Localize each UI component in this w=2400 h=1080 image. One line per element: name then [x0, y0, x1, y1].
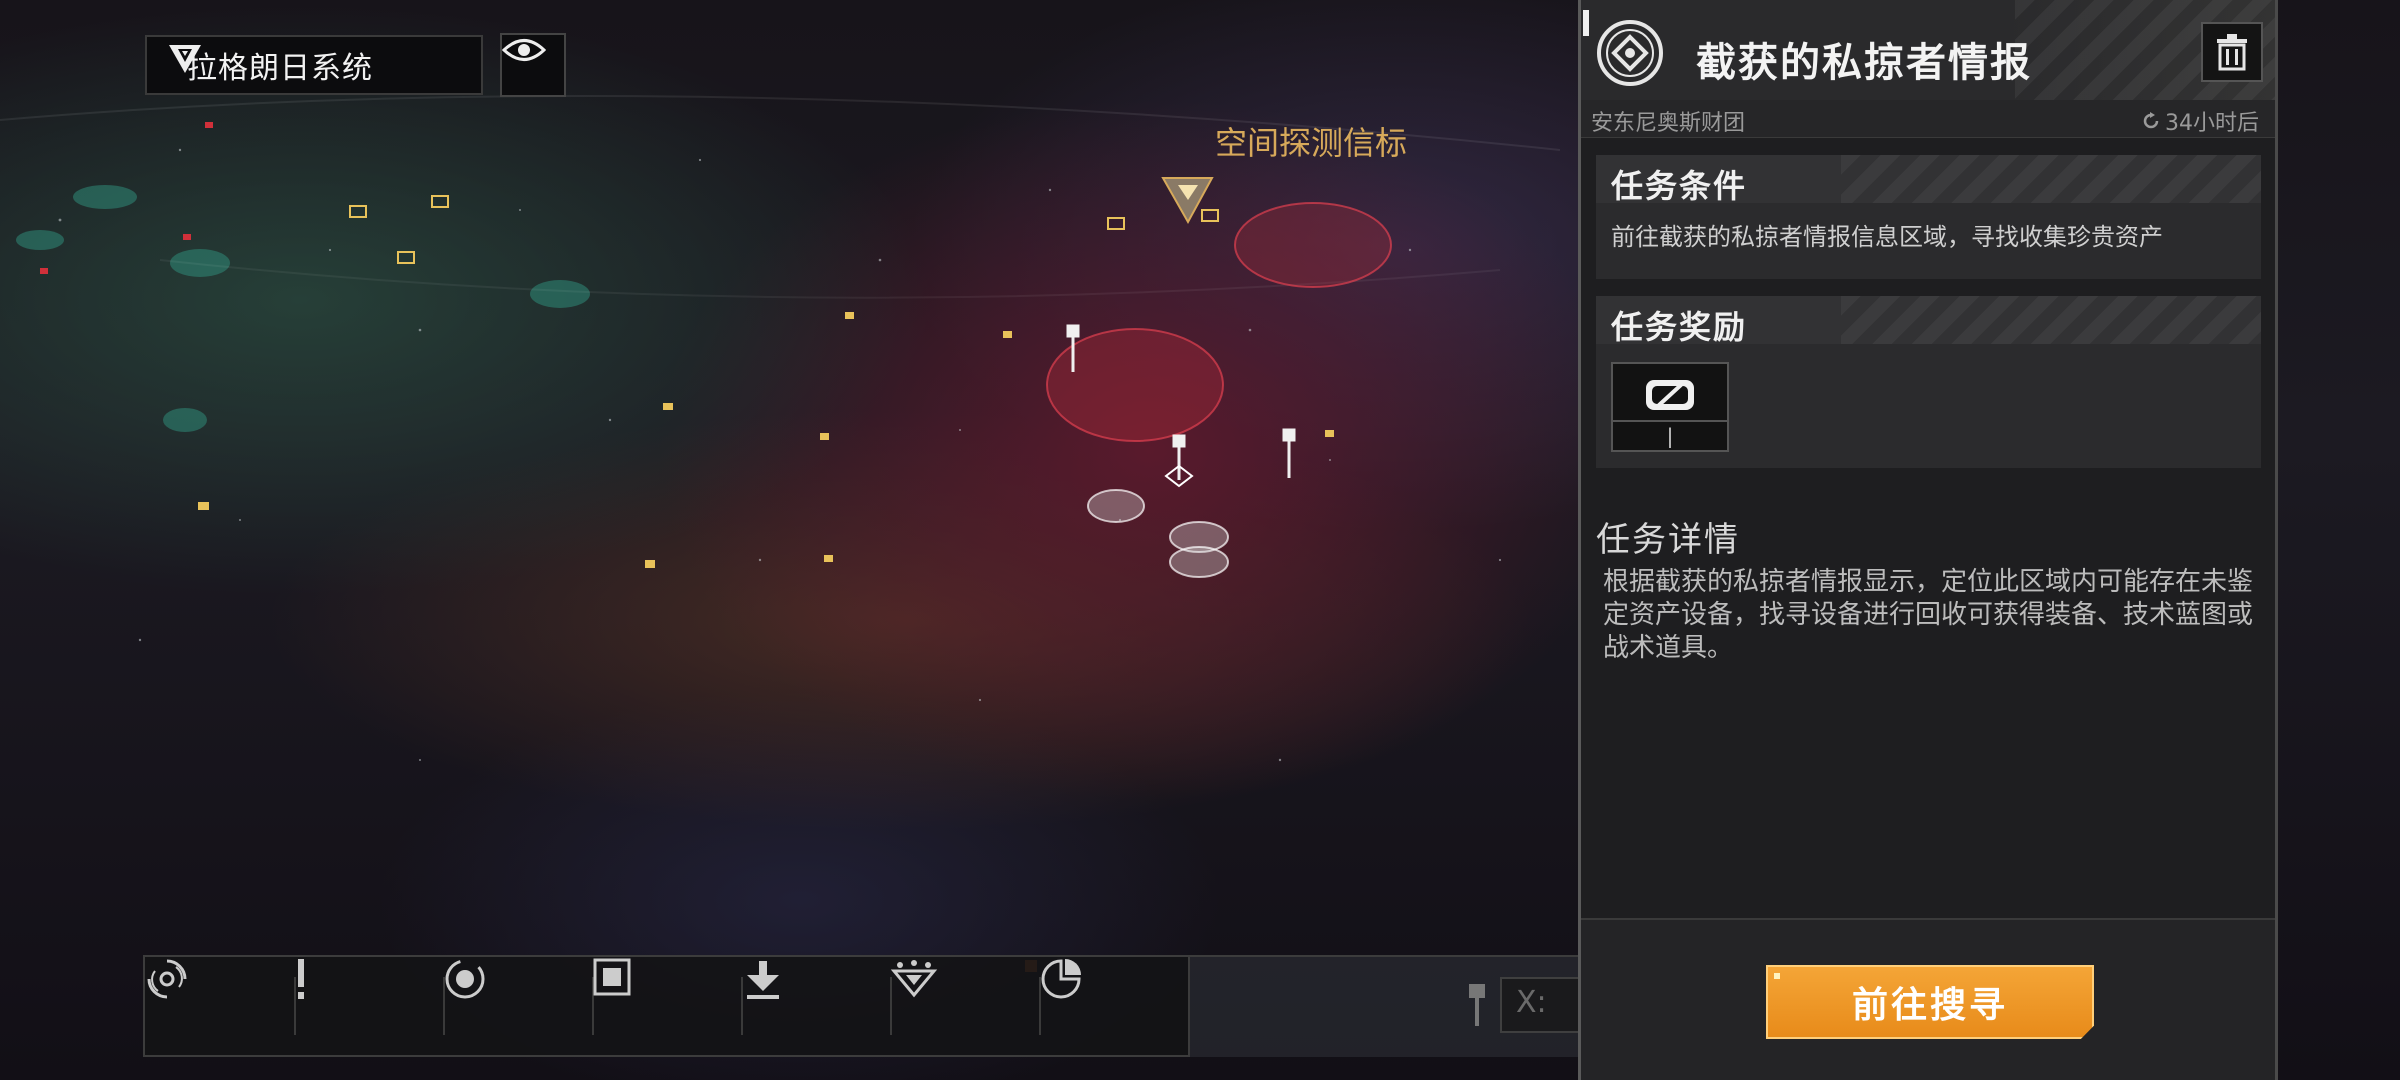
galaxy-spiral-icon — [147, 959, 187, 999]
tool-galaxy[interactable] — [145, 957, 294, 1055]
pie-chart-icon — [1041, 959, 1081, 999]
trash-icon — [2217, 34, 2247, 71]
tool-descend[interactable] — [741, 957, 890, 1055]
blueprint-slash-icon — [1646, 380, 1694, 410]
coordinate-x-input[interactable]: X: — [1500, 977, 1580, 1033]
square-frame-icon — [593, 958, 631, 996]
reward-item[interactable]: | — [1611, 362, 1729, 452]
tool-rank[interactable] — [890, 957, 1039, 1055]
timer-text: 34小时后 — [2165, 111, 2259, 136]
panel-alert-marker — [1583, 10, 1589, 36]
mission-header: 截获的私掠者情报 — [1581, 0, 2275, 100]
mission-panel: 截获的私掠者情报 安东尼奥斯财团 34小时后 任务条件 前往截获的私掠者情报信息… — [1578, 0, 2278, 1080]
condition-title: 任务条件 — [1611, 167, 1748, 205]
mission-type-icon — [1597, 20, 1663, 86]
reward-quantity: | — [1613, 420, 1727, 450]
beacon-label[interactable]: 空间探测信标 — [1215, 118, 1407, 164]
detail-text: 根据截获的私掠者情报显示，定位此区域内可能存在未鉴定资产设备，找寻设备进行回收可… — [1603, 567, 2254, 663]
tool-alerts[interactable] — [294, 957, 443, 1055]
mission-timer: 34小时后 — [2141, 105, 2259, 137]
detail-title: 任务详情 — [1596, 520, 1740, 560]
faction-name: 安东尼奥斯财团 — [1591, 111, 1746, 136]
mission-footer: 前往搜寻 — [1581, 918, 2275, 1080]
down-arrow-icon — [747, 961, 779, 999]
map-toolbar — [143, 955, 1190, 1057]
mission-title: 截获的私掠者情报 — [1696, 40, 2032, 86]
eye-icon — [502, 39, 546, 61]
reward-title: 任务奖励 — [1611, 308, 1748, 346]
condition-text: 前往截获的私掠者情报信息区域，寻找收集珍贵资产 — [1611, 223, 2163, 251]
condition-card: 任务条件 前往截获的私掠者情报信息区域，寻找收集珍贵资产 — [1596, 155, 2261, 279]
faction-shield-icon — [169, 45, 201, 73]
tool-stats[interactable] — [1039, 957, 1188, 1055]
abandon-mission-button[interactable] — [2201, 22, 2263, 82]
go-search-button[interactable]: 前往搜寻 — [1766, 965, 2094, 1039]
tool-frame[interactable] — [592, 957, 741, 1055]
orbit-target-icon — [445, 959, 485, 999]
refresh-clock-icon — [2143, 112, 2159, 129]
reward-card: 任务奖励 | — [1596, 296, 2261, 468]
alert-icon — [298, 959, 304, 999]
system-name: 拉格朗日系统 — [187, 51, 373, 86]
crown-arrow-icon — [890, 960, 938, 998]
mission-meta: 安东尼奥斯财团 34小时后 — [1581, 100, 2275, 138]
visibility-toggle-button[interactable] — [500, 33, 566, 97]
go-search-label: 前往搜寻 — [1851, 985, 2008, 1026]
tool-orbit[interactable] — [443, 957, 592, 1055]
system-selector[interactable]: 拉格朗日系统 — [145, 35, 483, 95]
pin-flag-icon — [1469, 984, 1485, 1026]
